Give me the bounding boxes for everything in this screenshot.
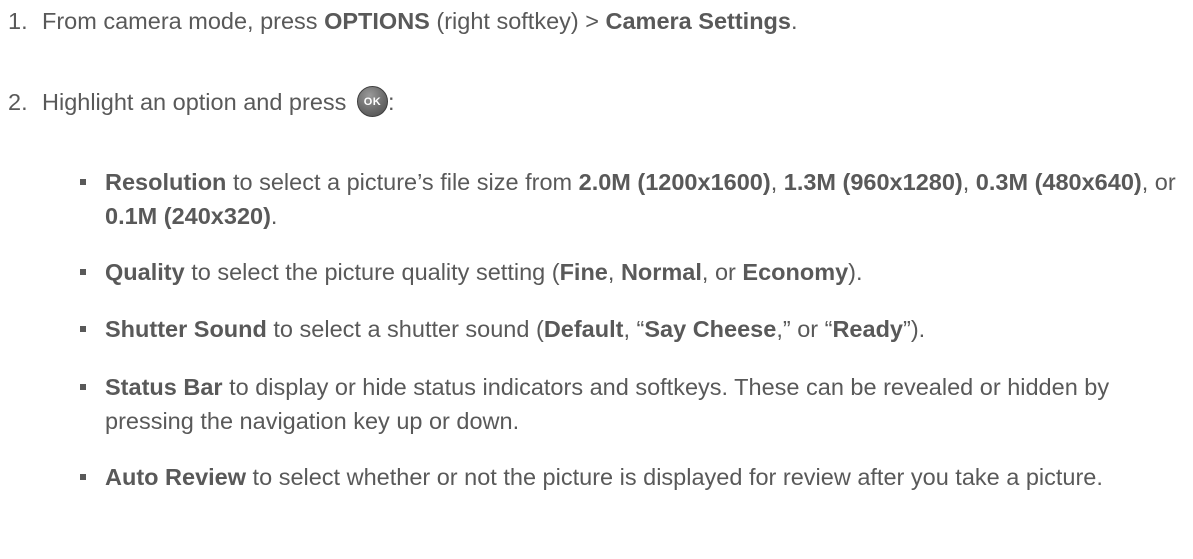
bullet-bold-text: Quality: [105, 259, 185, 285]
bullet-bold-text: Ready: [832, 316, 903, 342]
step-text: :: [387, 89, 395, 115]
bullet-text: Quality to select the picture quality se…: [105, 255, 1185, 289]
bullet-square-icon: [80, 474, 86, 480]
document-page: 1. From camera mode, press OPTIONS (right…: [0, 0, 1193, 559]
bullet-bold-text: Default: [543, 316, 624, 342]
bullet-plain-text: .: [270, 203, 278, 229]
bullet-square-icon: [80, 326, 86, 332]
bullet-plain-text: , or: [1141, 169, 1176, 195]
bullet-plain-text: ,” or “: [776, 316, 833, 342]
bullet-text: Shutter Sound to select a shutter sound …: [105, 312, 1185, 346]
step-bold-text: OPTIONS: [324, 8, 430, 34]
bullet-bold-text: Auto Review: [105, 464, 247, 490]
step-1: 1. From camera mode, press OPTIONS (right…: [8, 4, 798, 38]
bullet-bold-text: Fine: [559, 259, 608, 285]
bullet-bold-text: Status Bar: [105, 374, 223, 400]
bullet-plain-text: ,: [770, 169, 784, 195]
step-text: .: [790, 8, 798, 34]
step-bold-text: Camera Settings: [605, 8, 791, 34]
bullet-bold-text: 0.1M (240x320): [105, 203, 271, 229]
bullet-plain-text: , or: [701, 259, 743, 285]
step-text: Highlight an option and press: [42, 89, 353, 115]
bullet-plain-text: ).: [848, 259, 863, 285]
bullet-square-icon: [80, 179, 86, 185]
ok-key-icon: OK: [356, 86, 388, 118]
bullet-plain-text: to select a picture’s file size from: [226, 169, 579, 195]
bullet-bold-text: Resolution: [105, 169, 227, 195]
bullet-plain-text: ,: [607, 259, 621, 285]
bullet-bold-text: 2.0M (1200x1600): [578, 169, 771, 195]
bullet-text: Resolution to select a picture’s file si…: [105, 165, 1185, 233]
bullet-text: Auto Review to select whether or not the…: [105, 460, 1185, 494]
bullet-bold-text: Say Cheese: [644, 316, 777, 342]
bullet-bold-text: Shutter Sound: [105, 316, 267, 342]
step-text: (right softkey) >: [429, 8, 606, 34]
bullet-plain-text: to select the picture quality setting (: [184, 259, 560, 285]
bullet-bold-text: Normal: [620, 259, 702, 285]
bullet-plain-text: to select whether or not the picture is …: [246, 464, 1103, 490]
step-2: 2. Highlight an option and press OK:: [8, 85, 394, 119]
bullet-bold-text: 1.3M (960x1280): [783, 169, 963, 195]
bullet-plain-text: to select a shutter sound (: [266, 316, 544, 342]
bullet-plain-text: , “: [623, 316, 645, 342]
bullet-plain-text: to display or hide status indicators and…: [105, 374, 1110, 434]
bullet-square-icon: [80, 384, 86, 390]
bullet-bold-text: 0.3M (480x640): [975, 169, 1142, 195]
bullet-text: Status Bar to display or hide status ind…: [105, 370, 1185, 438]
bullet-plain-text: ,: [962, 169, 976, 195]
bullet-bold-text: Economy: [742, 259, 849, 285]
bullet-plain-text: ”).: [903, 316, 926, 342]
step-text: From camera mode, press: [42, 8, 325, 34]
step-number: 2.: [8, 89, 28, 115]
bullet-square-icon: [80, 269, 86, 275]
step-number: 1.: [8, 8, 28, 34]
